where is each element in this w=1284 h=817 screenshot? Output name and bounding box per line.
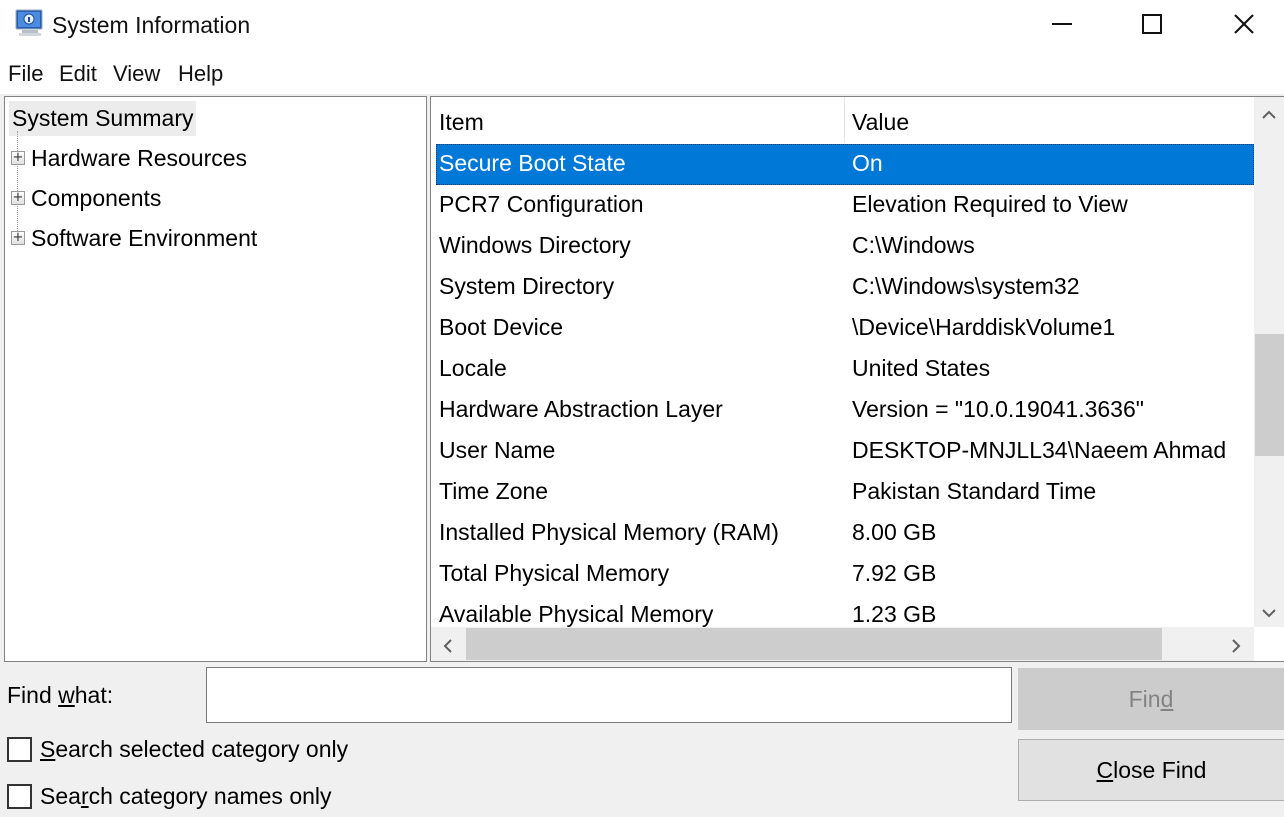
list-row[interactable]: Time Zone Pakistan Standard Time [436,472,1254,513]
column-divider[interactable] [844,97,845,143]
minimize-icon [1051,13,1073,40]
list-row[interactable]: User Name DESKTOP-MNJLL34\Naeem Ahmad [436,431,1254,472]
menu-edit[interactable]: Edit [59,61,97,87]
row-value: C:\Windows [852,232,975,258]
list-row[interactable]: Boot Device \Device\HarddiskVolume1 [436,308,1254,349]
row-item: Windows Directory [439,232,631,258]
search-selected-category-label: Search selected category only [40,736,349,762]
scroll-down-icon[interactable] [1262,603,1276,624]
search-category-names-label: Search category names only [40,783,332,809]
row-value: Version = "10.0.19041.3636" [852,396,1144,422]
row-item: User Name [439,437,556,463]
tree-item-system-summary[interactable]: System Summary [9,101,197,136]
minimize-button[interactable] [1016,0,1108,52]
horizontal-scroll-thumb[interactable] [466,628,1162,660]
row-item: Available Physical Memory [439,601,714,627]
category-tree[interactable]: System Summary + Hardware Resources + Co… [4,96,427,662]
find-what-input[interactable] [206,667,1012,723]
row-item: Total Physical Memory [439,560,670,586]
tree-item-hardware-resources[interactable]: Hardware Resources [31,145,247,172]
horizontal-scrollbar[interactable] [431,627,1254,661]
column-header-item[interactable]: Item [439,109,484,136]
row-value: C:\Windows\system32 [852,273,1080,299]
search-category-names-checkbox[interactable] [7,784,32,809]
search-category-names-only-option[interactable]: Search category names only [7,783,332,810]
list-row[interactable]: Windows Directory C:\Windows [436,226,1254,267]
scroll-right-icon[interactable] [1231,637,1241,658]
row-item: Locale [439,355,507,381]
row-item: Time Zone [439,478,549,504]
row-value: DESKTOP-MNJLL34\Naeem Ahmad [852,437,1227,463]
vertical-scrollbar[interactable] [1254,97,1284,627]
row-item: Secure Boot State [439,150,626,176]
menu-view[interactable]: View [113,61,160,87]
find-what-label: Find what: [7,682,114,708]
row-item: System Directory [439,273,615,299]
row-item: Boot Device [439,314,564,340]
maximize-icon [1141,13,1163,40]
list-row[interactable]: Hardware Abstraction Layer Version = "10.… [436,390,1254,431]
menu-help[interactable]: Help [178,61,223,87]
details-list[interactable]: Item Value Secure Boot State On PCR7 Confi… [430,96,1284,662]
close-icon [1233,13,1255,40]
scroll-left-icon[interactable] [443,637,453,658]
close-button[interactable] [1198,0,1284,52]
system-information-icon [14,8,46,38]
find-button[interactable]: Fin d [1018,668,1284,730]
tree-item-components[interactable]: Components [31,185,161,212]
search-selected-category-checkbox[interactable] [7,737,32,762]
row-value: 8.00 GB [852,519,937,545]
expand-icon[interactable]: + [11,191,25,205]
expand-icon[interactable]: + [11,231,25,245]
tree-item-software-environment[interactable]: Software Environment [31,225,257,252]
window-title: System Information [52,12,251,38]
tree-connector-line [17,131,18,241]
close-find-button[interactable]: Close Find [1018,739,1284,801]
row-value: United States [852,355,991,381]
row-value: \Device\HarddiskVolume1 [852,314,1116,340]
list-row[interactable]: Locale United States [436,349,1254,390]
expand-icon[interactable]: + [11,151,25,165]
vertical-scroll-thumb[interactable] [1255,334,1284,456]
list-row[interactable]: Secure Boot State On [436,144,1254,185]
maximize-button[interactable] [1106,0,1198,52]
title-bar: System Information [0,0,1284,52]
menu-file[interactable]: File [8,61,43,87]
scroll-up-icon[interactable] [1262,103,1276,124]
row-item: Installed Physical Memory (RAM) [439,519,779,545]
list-row[interactable]: System Directory C:\Windows\system32 [436,267,1254,308]
search-selected-category-only-option[interactable]: Search selected category only [7,736,348,763]
list-row[interactable]: Total Physical Memory 7.92 GB [436,554,1254,595]
list-row[interactable]: PCR7 Configuration Elevation Required to … [436,185,1254,226]
row-item: Hardware Abstraction Layer [439,396,723,422]
row-item: PCR7 Configuration [439,191,644,217]
row-value: 7.92 GB [852,560,937,586]
row-value: On [852,150,883,176]
column-header-value[interactable]: Value [852,109,909,136]
row-value: Pakistan Standard Time [852,478,1097,504]
row-value: 1.23 GB [852,601,937,627]
list-header: Item Value [431,97,1254,143]
menu-bar: File Edit View Help [0,52,1284,94]
list-row[interactable]: Installed Physical Memory (RAM) 8.00 GB [436,513,1254,554]
row-value: Elevation Required to View [852,191,1128,217]
